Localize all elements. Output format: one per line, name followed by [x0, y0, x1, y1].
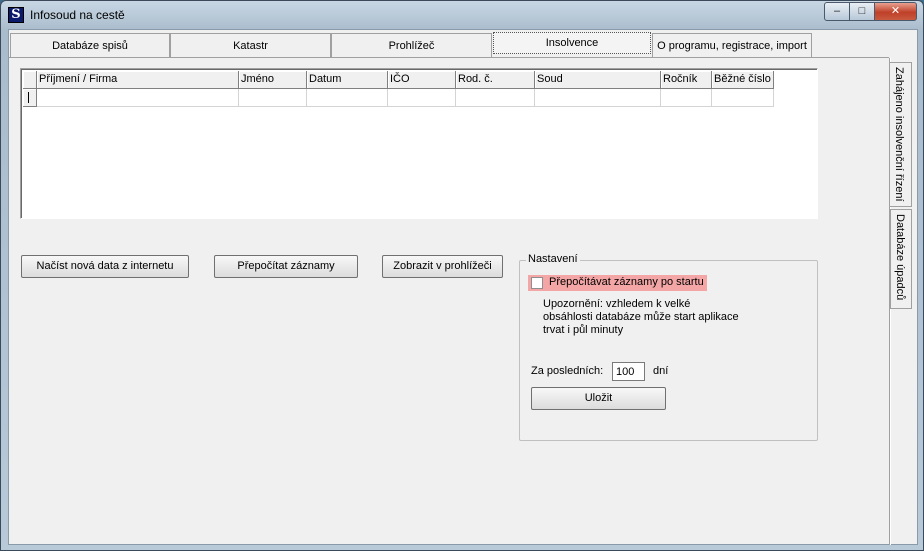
col-datum[interactable]: Datum: [307, 71, 388, 89]
settings-legend: Nastavení: [526, 253, 580, 265]
grid-header-row: Příjmení / Firma Jméno Datum IČO Rod. č.…: [23, 71, 774, 89]
insolvency-grid[interactable]: Příjmení / Firma Jméno Datum IČO Rod. č.…: [20, 68, 818, 219]
recalc-on-start-option[interactable]: Přepočítávat záznamy po startu: [528, 275, 707, 291]
warning-line: trvat i půl minuty: [543, 324, 624, 336]
close-button[interactable]: ✕: [874, 2, 917, 21]
tab-prohlizec[interactable]: Prohlížeč: [331, 33, 492, 57]
settings-group: Nastavení Přepočítávat záznamy po startu…: [519, 253, 818, 441]
warning-line: obsáhlosti databáze může start aplikace: [543, 311, 739, 323]
row-indicator-header: [23, 71, 37, 89]
col-prijmeni-firma[interactable]: Příjmení / Firma: [37, 71, 239, 89]
cell-prijmeni-firma[interactable]: [37, 89, 239, 107]
app-logo-icon[interactable]: S: [8, 7, 24, 23]
cell-rodne-cislo[interactable]: [456, 89, 535, 107]
col-rodne-cislo[interactable]: Rod. č.: [456, 71, 535, 89]
title-bar[interactable]: S Infosoud na cestě – □ ✕: [1, 1, 923, 29]
startup-warning: Upozornění: vzhledem k velké obsáhlosti …: [543, 298, 739, 337]
cell-soud[interactable]: [535, 89, 661, 107]
tab-insolvence[interactable]: Insolvence: [493, 32, 651, 54]
tab-databaze-spisu[interactable]: Databáze spisů: [10, 33, 170, 57]
tab-katastr[interactable]: Katastr: [170, 33, 331, 57]
tab-divider: [9, 57, 889, 58]
window-title: Infosoud na cestě: [30, 8, 125, 22]
tab-o-programu[interactable]: O programu, registrace, import: [652, 33, 812, 57]
table-row[interactable]: [23, 89, 774, 107]
side-tab-databaze-upadcu[interactable]: Databáze úpadců: [890, 209, 912, 309]
cell-ico[interactable]: [388, 89, 456, 107]
maximize-button[interactable]: □: [849, 2, 875, 21]
col-rocnik[interactable]: Ročník: [661, 71, 712, 89]
period-unit: dní: [653, 365, 669, 377]
cell-jmeno[interactable]: [239, 89, 307, 107]
main-tabs: Databáze spisů Katastr Prohlížeč Insolve…: [9, 30, 819, 58]
period-days-input[interactable]: [612, 362, 645, 381]
side-tab-zahajeno-label: Zahájeno insolvenční řízení: [893, 67, 905, 202]
minimize-button[interactable]: –: [824, 2, 850, 21]
col-soud[interactable]: Soud: [535, 71, 661, 89]
client-area: Databáze spisů Katastr Prohlížeč Insolve…: [8, 29, 918, 545]
app-window: S Infosoud na cestě – □ ✕ Databáze spisů…: [0, 0, 924, 551]
col-jmeno[interactable]: Jméno: [239, 71, 307, 89]
col-ico[interactable]: IČO: [388, 71, 456, 89]
warning-line: Upozornění: vzhledem k velké: [543, 298, 691, 310]
cell-rocnik[interactable]: [661, 89, 712, 107]
cell-datum[interactable]: [307, 89, 388, 107]
save-button[interactable]: Uložit: [531, 387, 666, 410]
show-in-browser-button[interactable]: Zobrazit v prohlížeči: [382, 255, 503, 278]
recalc-records-button[interactable]: Přepočítat záznamy: [214, 255, 358, 278]
row-indicator[interactable]: [23, 89, 37, 107]
recalc-on-start-label[interactable]: Přepočítávat záznamy po startu: [549, 276, 704, 288]
col-bezne-cislo[interactable]: Běžné číslo: [712, 71, 774, 89]
period-label: Za posledních:: [531, 365, 604, 377]
load-data-button[interactable]: Načíst nová data z internetu: [21, 255, 189, 278]
side-tab-zahajeno[interactable]: Zahájeno insolvenční řízení: [890, 62, 912, 207]
recalc-on-start-checkbox[interactable]: [531, 277, 543, 289]
side-tab-databaze-upadcu-label: Databáze úpadců: [894, 214, 906, 301]
cell-bezne-cislo[interactable]: [712, 89, 774, 107]
